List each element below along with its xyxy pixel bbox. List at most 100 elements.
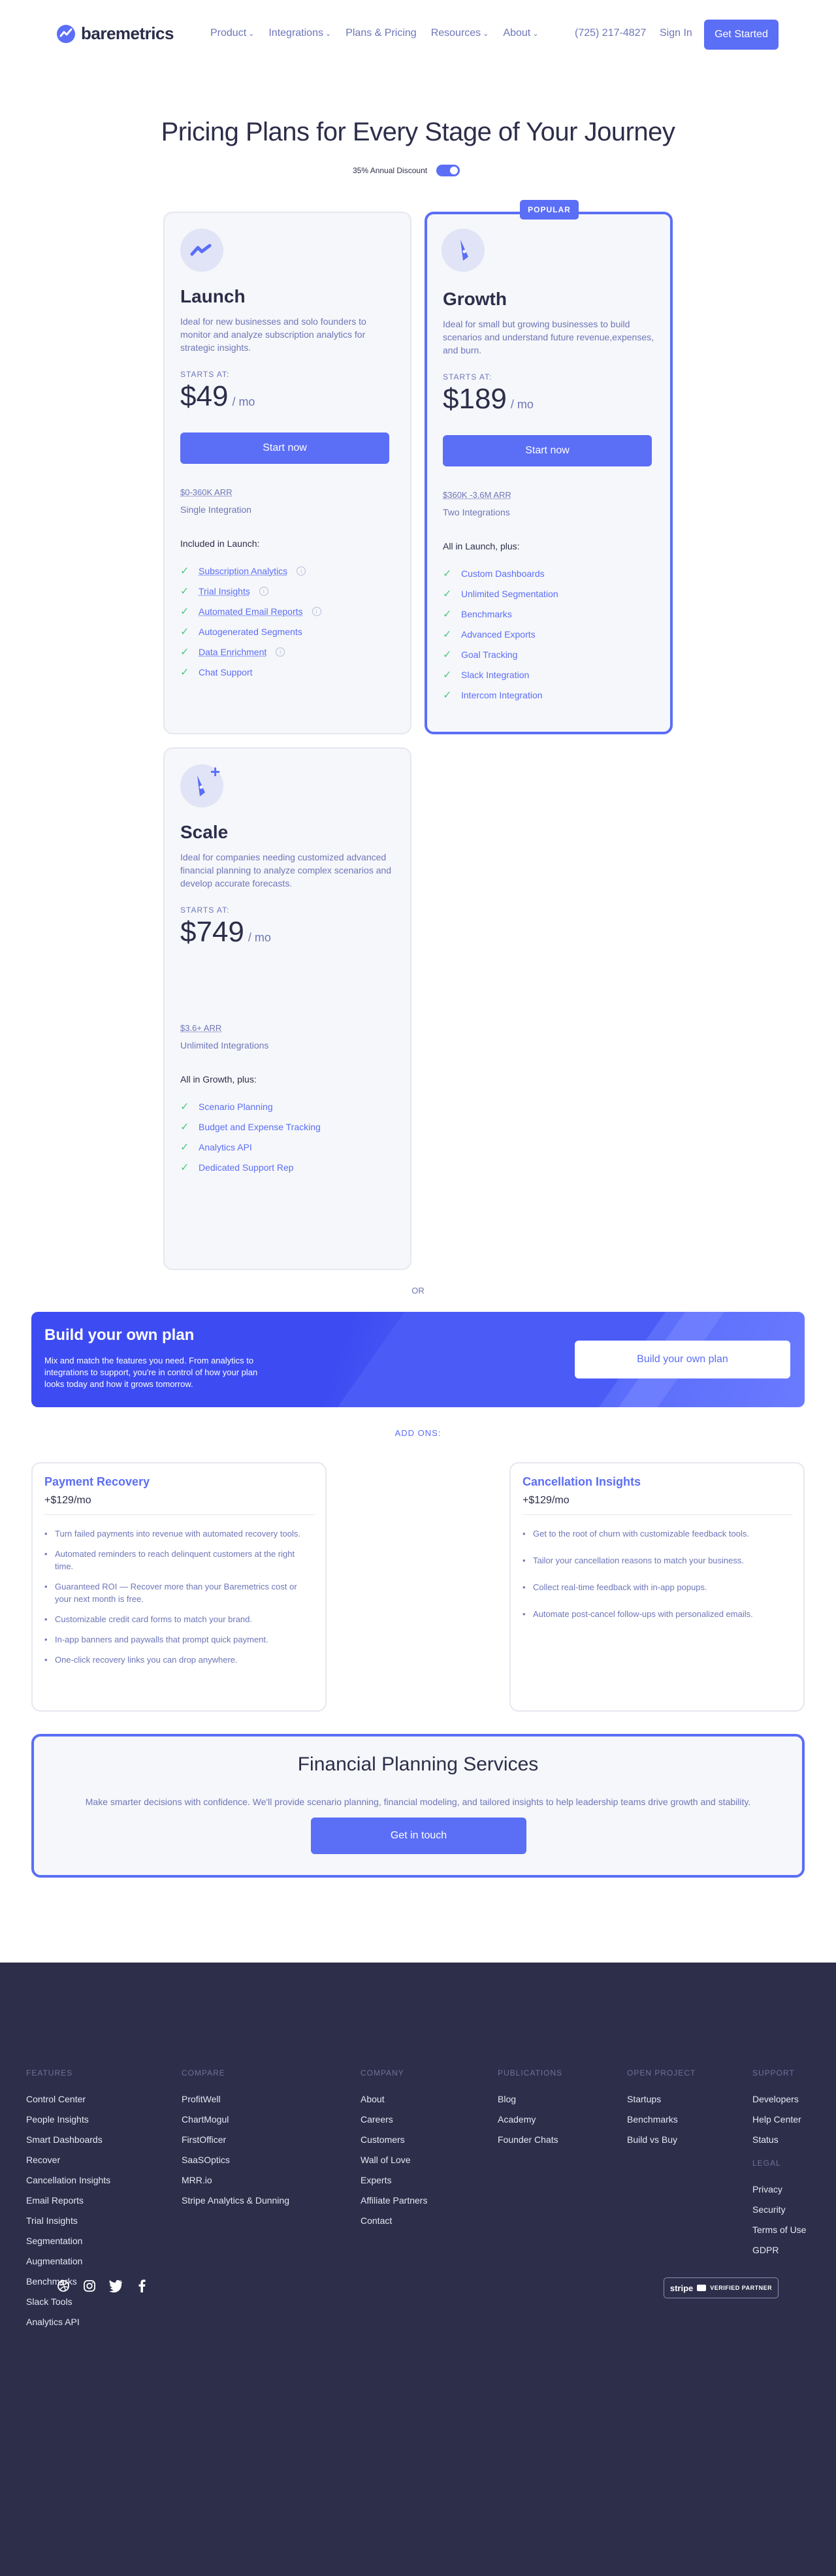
nav-product[interactable]: Product ⌄ bbox=[210, 27, 254, 39]
footer-link[interactable]: SaaSOptics bbox=[182, 2154, 289, 2166]
footer-link[interactable]: Blog bbox=[498, 2093, 562, 2105]
divider bbox=[522, 1514, 793, 1515]
brand-logo[interactable]: baremetrics bbox=[56, 24, 174, 44]
info-icon[interactable]: i bbox=[259, 587, 268, 596]
growth-plan-icon bbox=[442, 229, 485, 272]
info-icon[interactable]: i bbox=[297, 566, 306, 576]
feature-label: Advanced Exports bbox=[461, 629, 536, 640]
start-now-button[interactable]: Start now bbox=[180, 432, 389, 464]
feature-item: ✓ Intercom Integration bbox=[443, 689, 543, 702]
check-icon: ✓ bbox=[443, 568, 452, 579]
check-icon: ✓ bbox=[443, 589, 452, 600]
feature-item: ✓ Autogenerated Segments bbox=[180, 625, 302, 638]
footer-link[interactable]: Email Reports bbox=[26, 2194, 110, 2206]
footer-link[interactable]: Wall of Love bbox=[361, 2154, 427, 2166]
footer-link[interactable]: Smart Dashboards bbox=[26, 2134, 110, 2145]
check-icon: ✓ bbox=[443, 690, 452, 701]
footer-link[interactable]: MRR.io bbox=[182, 2174, 289, 2186]
chevron-down-icon: ⌄ bbox=[532, 29, 539, 38]
build-your-own-plan-button[interactable]: Build your own plan bbox=[575, 1341, 790, 1378]
arr-range[interactable]: $0-360K ARR bbox=[180, 487, 233, 497]
footer-link[interactable]: About bbox=[361, 2093, 427, 2105]
nav-plans-pricing[interactable]: Plans & Pricing bbox=[346, 27, 417, 39]
addon-bullet: Tailor your cancellation reasons to matc… bbox=[522, 1554, 790, 1567]
footer-heading: PUBLICATIONS bbox=[498, 2068, 563, 2078]
get-started-button[interactable]: Get Started bbox=[704, 20, 779, 50]
footer-heading: LEGAL bbox=[752, 2159, 781, 2168]
feature-label[interactable]: Trial Insights bbox=[199, 586, 250, 596]
footer-link[interactable]: ChartMogul bbox=[182, 2113, 289, 2125]
footer-col-company: COMPANY About Careers Customers Wall of … bbox=[361, 2068, 427, 2235]
start-now-button[interactable]: Start now bbox=[443, 435, 652, 466]
feature-item: ✓ Data Enrichment i bbox=[180, 645, 285, 659]
stripe-verified-partner-badge[interactable]: stripe VERIFIED PARTNER bbox=[664, 2277, 779, 2298]
check-icon: ✓ bbox=[180, 1122, 189, 1133]
footer-link[interactable]: Build vs Buy bbox=[627, 2134, 696, 2145]
footer-link[interactable]: Status bbox=[752, 2134, 806, 2145]
footer-link[interactable]: Startups bbox=[627, 2093, 696, 2105]
nav-about[interactable]: About ⌄ bbox=[503, 27, 538, 39]
nav-integrations[interactable]: Integrations ⌄ bbox=[268, 27, 331, 39]
footer-link[interactable]: Customers bbox=[361, 2134, 427, 2145]
footer-link[interactable]: Benchmarks bbox=[627, 2113, 696, 2125]
feature-label[interactable]: Automated Email Reports bbox=[199, 606, 303, 617]
footer-link[interactable]: Control Center bbox=[26, 2093, 110, 2105]
feature-label: Goal Tracking bbox=[461, 649, 518, 660]
feature-label: Chat Support bbox=[199, 667, 253, 677]
get-in-touch-button[interactable]: Get in touch bbox=[311, 1818, 526, 1854]
check-icon: ✓ bbox=[180, 566, 189, 577]
nav-resources-label: Resources bbox=[430, 27, 481, 39]
footer-link[interactable]: Trial Insights bbox=[26, 2215, 110, 2226]
arr-range[interactable]: $3.6+ ARR bbox=[180, 1023, 221, 1033]
footer-link[interactable]: Terms of Use bbox=[752, 2224, 806, 2236]
phone-link[interactable]: (725) 217-4827 bbox=[575, 27, 646, 39]
feature-label: Budget and Expense Tracking bbox=[199, 1122, 321, 1132]
footer-link[interactable]: ProfitWell bbox=[182, 2093, 289, 2105]
sign-in-link[interactable]: Sign In bbox=[660, 27, 692, 39]
addon-title: Cancellation Insights bbox=[522, 1475, 641, 1488]
feature-item: ✓ Subscription Analytics i bbox=[180, 564, 306, 578]
footer-col-features: FEATURES Control Center People Insights … bbox=[26, 2068, 110, 2336]
annual-discount-toggle[interactable] bbox=[436, 165, 460, 176]
footer-link[interactable]: Analytics API bbox=[26, 2316, 110, 2328]
footer-link[interactable]: Cancellation Insights bbox=[26, 2174, 110, 2186]
feature-item: ✓ Dedicated Support Rep bbox=[180, 1161, 294, 1174]
footer-link[interactable]: Contact bbox=[361, 2215, 427, 2226]
feature-label[interactable]: Data Enrichment bbox=[199, 647, 266, 657]
footer-link[interactable]: Experts bbox=[361, 2174, 427, 2186]
info-icon[interactable]: i bbox=[276, 647, 285, 657]
footer-link[interactable]: Careers bbox=[361, 2113, 427, 2125]
dribbble-icon[interactable] bbox=[56, 2279, 71, 2293]
instagram-icon[interactable] bbox=[82, 2279, 97, 2293]
integrations-count: Two Integrations bbox=[443, 507, 510, 517]
price-amount: 749 bbox=[196, 916, 244, 948]
footer-link[interactable]: Augmentation bbox=[26, 2255, 110, 2267]
info-icon[interactable]: i bbox=[312, 607, 321, 616]
facebook-icon[interactable] bbox=[135, 2279, 149, 2293]
footer-link[interactable]: Founder Chats bbox=[498, 2134, 562, 2145]
arr-range[interactable]: $360K -3.6M ARR bbox=[443, 490, 511, 500]
footer-link[interactable]: Segmentation bbox=[26, 2235, 110, 2247]
twitter-icon[interactable] bbox=[108, 2279, 123, 2293]
feature-label[interactable]: Subscription Analytics bbox=[199, 566, 287, 576]
footer-link[interactable]: Developers bbox=[752, 2093, 806, 2105]
footer-link[interactable]: Affiliate Partners bbox=[361, 2194, 427, 2206]
footer-link[interactable]: Security bbox=[752, 2204, 806, 2215]
footer-link[interactable]: Recover bbox=[26, 2154, 110, 2166]
footer-link[interactable]: People Insights bbox=[26, 2113, 110, 2125]
footer-link[interactable]: GDPR bbox=[752, 2244, 806, 2256]
plan-name: Launch bbox=[180, 286, 246, 306]
footer-link[interactable]: Help Center bbox=[752, 2113, 806, 2125]
footer-link[interactable]: Privacy bbox=[752, 2183, 806, 2195]
footer-link[interactable]: FirstOfficer bbox=[182, 2134, 289, 2145]
feature-item: ✓ Advanced Exports bbox=[443, 628, 536, 641]
nav-resources[interactable]: Resources ⌄ bbox=[431, 27, 489, 39]
or-divider: OR bbox=[411, 1286, 425, 1296]
feature-label: Benchmarks bbox=[461, 609, 512, 619]
addon-bullet: One-click recovery links you can drop an… bbox=[44, 1654, 306, 1666]
footer-heading: COMPARE bbox=[182, 2068, 225, 2078]
footer-link[interactable]: Slack Tools bbox=[26, 2296, 110, 2307]
footer-link[interactable]: Academy bbox=[498, 2113, 562, 2125]
feature-label: Custom Dashboards bbox=[461, 568, 545, 579]
footer-link[interactable]: Stripe Analytics & Dunning bbox=[182, 2194, 289, 2206]
